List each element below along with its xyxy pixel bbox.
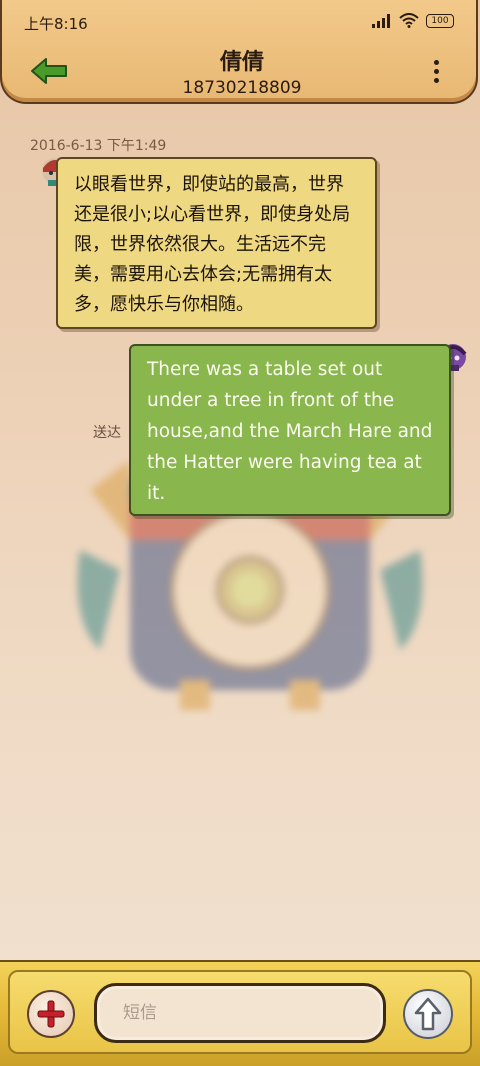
arrow-up-icon [414, 997, 442, 1031]
incoming-message-bubble[interactable]: 以眼看世界，即使站的最高，世界还是很小;以心看世界，即使身处局限，世界依然很大。… [56, 157, 377, 329]
battery-indicator: 100 [426, 13, 454, 28]
contact-phone-number: 18730218809 [182, 78, 302, 98]
more-vertical-icon[interactable] [434, 60, 440, 83]
status-time: 上午8:16 [24, 15, 88, 33]
message-input[interactable] [94, 983, 386, 1043]
add-attachment-button[interactable] [27, 990, 75, 1038]
outgoing-message-bubble[interactable]: There was a table set out under a tree i… [129, 344, 451, 516]
delivery-status: 送达 [93, 425, 121, 441]
wifi-icon [399, 13, 419, 28]
contact-name: 倩倩 [219, 50, 264, 75]
signal-icon [372, 13, 390, 28]
status-bar: 上午8:16 100 [24, 10, 454, 36]
plus-icon [37, 1000, 65, 1028]
status-icons: 100 [372, 13, 454, 28]
send-button[interactable] [403, 989, 453, 1039]
app-header: 上午8:16 100 倩倩 18730218809 [0, 0, 478, 104]
message-timestamp: 2016-6-13 下午1:49 [30, 138, 167, 154]
